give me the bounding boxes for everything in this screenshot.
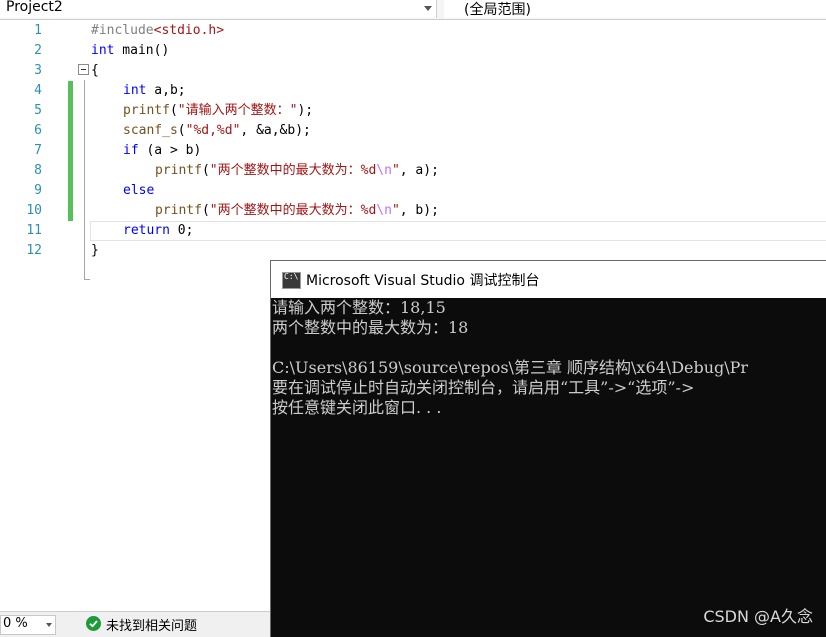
code-line[interactable]: printf("请输入两个整数："); bbox=[123, 101, 313, 121]
string-literal: " bbox=[391, 203, 400, 218]
code-text: (a > b) bbox=[138, 143, 202, 158]
dropdown-arrow-icon[interactable] bbox=[46, 623, 52, 627]
keyword: if bbox=[123, 143, 139, 158]
console-line: 要在调试停止时自动关闭控制台，请启用“工具”->“选项”-> bbox=[272, 378, 695, 397]
code-line[interactable]: return 0; bbox=[123, 221, 193, 241]
code-text: , b); bbox=[399, 203, 439, 218]
function-name: scanf_s bbox=[123, 123, 178, 138]
line-number: 1 bbox=[34, 23, 42, 38]
line-number: 10 bbox=[26, 203, 42, 218]
escape-sequence: \n bbox=[376, 163, 392, 178]
console-app-icon: C:\ bbox=[282, 272, 301, 289]
console-line: 两个整数中的最大数为：18 bbox=[272, 318, 469, 337]
fold-guide bbox=[84, 80, 85, 280]
code-text: ( bbox=[177, 123, 186, 138]
line-number: 5 bbox=[34, 103, 42, 118]
console-title-bar[interactable]: C:\ Microsoft Visual Studio 调试控制台 bbox=[271, 261, 826, 298]
scope-dropdown[interactable]: (全局范围) bbox=[444, 0, 826, 18]
console-title: Microsoft Visual Studio 调试控制台 bbox=[306, 273, 540, 289]
string-literal: "两个整数中的最大数为：%d bbox=[209, 163, 377, 178]
keyword: return bbox=[123, 223, 170, 238]
zoom-dropdown[interactable]: 0 % bbox=[0, 615, 56, 635]
line-number: 12 bbox=[26, 243, 42, 258]
line-number: 3 bbox=[34, 63, 42, 78]
code-text: } bbox=[91, 243, 99, 258]
change-marker bbox=[68, 81, 73, 121]
code-line[interactable]: #include<stdio.h> bbox=[91, 21, 224, 41]
function-name: printf bbox=[155, 163, 202, 178]
line-number: 9 bbox=[34, 183, 42, 198]
code-line[interactable]: int main() bbox=[91, 41, 169, 61]
code-text: a,b; bbox=[146, 83, 186, 98]
escape-sequence: \n bbox=[376, 203, 392, 218]
code-text: ( bbox=[169, 103, 178, 118]
code-line[interactable]: printf("两个整数中的最大数为：%d\n", b); bbox=[155, 201, 439, 221]
dropdown-arrow-icon[interactable] bbox=[424, 6, 432, 11]
code-text: ( bbox=[201, 163, 210, 178]
code-text: main() bbox=[114, 43, 170, 58]
code-line[interactable]: printf("两个整数中的最大数为：%d\n", a); bbox=[155, 161, 439, 181]
project-dropdown[interactable]: Project2 bbox=[0, 0, 437, 18]
code-line[interactable]: else bbox=[123, 181, 154, 201]
line-number: 8 bbox=[34, 163, 42, 178]
string-literal: "%d,%d" bbox=[185, 123, 241, 138]
project-name: Project2 bbox=[6, 0, 63, 15]
code-line[interactable]: int a,b; bbox=[123, 81, 186, 101]
check-circle-icon bbox=[86, 616, 101, 631]
function-name: printf bbox=[123, 103, 170, 118]
code-text: { bbox=[91, 63, 99, 78]
code-text: , &a,&b); bbox=[240, 123, 311, 138]
string-literal: " bbox=[391, 163, 400, 178]
code-line[interactable]: { bbox=[91, 61, 99, 81]
navigation-bar: Project2 (全局范围) bbox=[0, 0, 826, 20]
function-name: printf bbox=[155, 203, 202, 218]
keyword: else bbox=[123, 183, 155, 198]
fold-guide-end bbox=[84, 279, 90, 280]
debug-console-window[interactable]: C:\ Microsoft Visual Studio 调试控制台 请输入两个整… bbox=[270, 260, 826, 637]
line-number: 4 bbox=[34, 83, 42, 98]
console-output[interactable]: 请输入两个整数：18,15 两个整数中的最大数为：18 C:\Users\861… bbox=[271, 298, 826, 637]
code-line[interactable]: if (a > b) bbox=[123, 141, 201, 161]
code-text: , a); bbox=[399, 163, 439, 178]
console-line: 请输入两个整数：18,15 bbox=[272, 298, 446, 317]
line-number: 11 bbox=[26, 223, 42, 238]
code-text: ); bbox=[297, 103, 314, 118]
code-line[interactable]: } bbox=[91, 241, 99, 261]
issues-status[interactable]: 未找到相关问题 bbox=[106, 615, 197, 634]
preprocessor-directive: #include bbox=[91, 23, 154, 38]
code-line[interactable]: scanf_s("%d,%d", &a,&b); bbox=[123, 121, 311, 141]
zoom-level: 0 % bbox=[3, 616, 28, 631]
keyword: int bbox=[91, 43, 115, 58]
keyword: int bbox=[123, 83, 147, 98]
console-line: C:\Users\86159\source\repos\第三章 顺序结构\x64… bbox=[272, 358, 749, 377]
line-number: 7 bbox=[34, 143, 42, 158]
current-line-highlight bbox=[90, 221, 826, 241]
string-literal: "请输入两个整数：" bbox=[177, 103, 298, 118]
line-number: 6 bbox=[34, 123, 42, 138]
code-text: ( bbox=[201, 203, 210, 218]
watermark: CSDN @A久念 bbox=[703, 607, 813, 626]
scope-label: (全局范围) bbox=[464, 2, 531, 18]
console-line: 按任意键关闭此窗口. . . bbox=[272, 398, 442, 417]
line-number: 2 bbox=[34, 43, 42, 58]
code-text: 0; bbox=[169, 223, 194, 238]
string-literal: "两个整数中的最大数为：%d bbox=[209, 203, 377, 218]
change-marker bbox=[68, 121, 73, 221]
collapse-icon[interactable] bbox=[78, 64, 89, 75]
header-name: <stdio.h> bbox=[153, 23, 225, 38]
